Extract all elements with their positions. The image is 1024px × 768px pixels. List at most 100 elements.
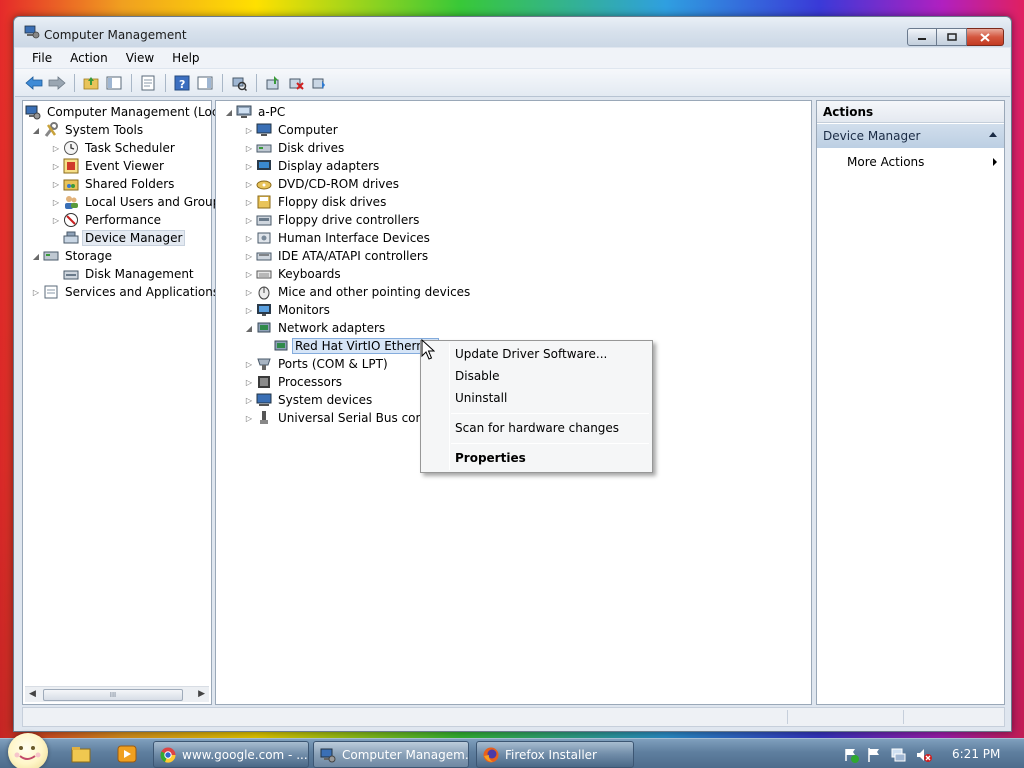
menu-item-uninstall[interactable]: Uninstall — [455, 388, 507, 408]
menu-item-update-driver[interactable]: Update Driver Software... — [455, 344, 607, 364]
expand-arrow-icon[interactable]: ▷ — [244, 193, 254, 211]
scrollbar-thumb[interactable]: III — [43, 689, 183, 701]
task-chrome[interactable]: www.google.com - ... — [153, 741, 309, 768]
device-category-processors[interactable]: ▷ Processors — [244, 373, 345, 391]
collapse-arrow-icon[interactable]: ◢ — [244, 319, 254, 337]
pinned-media-player[interactable] — [114, 743, 140, 765]
scan-hardware-button[interactable] — [228, 72, 250, 94]
start-button[interactable] — [8, 733, 48, 768]
tree-item-system-tools[interactable]: ◢ System Tools — [31, 121, 146, 139]
collapse-arrow-icon[interactable]: ◢ — [224, 103, 234, 121]
expand-arrow-icon[interactable]: ▷ — [51, 157, 61, 175]
expand-arrow-icon[interactable]: ▷ — [31, 283, 41, 301]
device-category-dvd-cd-rom-drives[interactable]: ▷ DVD/CD-ROM drives — [244, 175, 402, 193]
expand-arrow-icon[interactable]: ▷ — [244, 157, 254, 175]
expand-arrow-icon[interactable]: ▷ — [244, 121, 254, 139]
properties-toolbar-button[interactable] — [137, 72, 159, 94]
expand-arrow-icon[interactable]: ▷ — [244, 355, 254, 373]
clock-icon — [63, 140, 79, 156]
device-category-display-adapters[interactable]: ▷ Display adapters — [244, 157, 382, 175]
collapse-caret-icon[interactable] — [988, 131, 998, 138]
back-button[interactable] — [23, 72, 45, 94]
expand-arrow-icon[interactable]: ▷ — [244, 139, 254, 157]
device-category-floppy-disk-drives[interactable]: ▷ Floppy disk drives — [244, 193, 389, 211]
device-category-system-devices[interactable]: ▷ System devices — [244, 391, 375, 409]
enable-device-button[interactable] — [308, 72, 330, 94]
device-category-computer[interactable]: ▷ Computer — [244, 121, 341, 139]
device-category-monitors[interactable]: ▷ Monitors — [244, 301, 333, 319]
show-hide-tree-button[interactable] — [103, 72, 125, 94]
device-category-keyboards[interactable]: ▷ Keyboards — [244, 265, 344, 283]
device-root[interactable]: ◢ a-PC — [224, 103, 288, 121]
taskbar-clock[interactable]: 6:21 PM — [952, 747, 1000, 761]
maximize-button[interactable] — [937, 28, 967, 46]
update-driver-button[interactable] — [262, 72, 284, 94]
scroll-right-arrow-icon[interactable]: ▶ — [198, 689, 205, 699]
expand-arrow-icon[interactable]: ▷ — [244, 283, 254, 301]
menu-item-properties[interactable]: Properties — [455, 448, 526, 468]
action-center-tray-icon[interactable] — [843, 747, 859, 763]
tree-item-services-applications[interactable]: ▷ Services and Applications — [31, 283, 222, 301]
close-button[interactable] — [967, 28, 1004, 46]
help-toolbar-button[interactable]: ? — [171, 72, 193, 94]
actions-group-device-manager[interactable]: Device Manager — [817, 124, 1004, 148]
menu-view[interactable]: View — [117, 51, 163, 65]
expand-arrow-icon[interactable]: ▷ — [244, 373, 254, 391]
tree-item-local-users[interactable]: ▷ Local Users and Groups — [51, 193, 230, 211]
device-category-floppy-drive-controllers[interactable]: ▷ Floppy drive controllers — [244, 211, 422, 229]
menu-help[interactable]: Help — [163, 51, 208, 65]
expand-arrow-icon[interactable]: ▷ — [244, 265, 254, 283]
forward-button[interactable] — [46, 72, 68, 94]
menu-item-scan-hardware[interactable]: Scan for hardware changes — [455, 418, 619, 438]
tree-item-disk-management[interactable]: Disk Management — [51, 265, 197, 283]
task-firefox-installer[interactable]: Firefox Installer — [476, 741, 634, 768]
expand-arrow-icon[interactable]: ▷ — [244, 247, 254, 265]
show-action-pane-button[interactable] — [194, 72, 216, 94]
pinned-explorer[interactable] — [68, 743, 94, 765]
device-category-red-hat-virtio-ethernet[interactable]: Red Hat VirtIO Ethernet — [261, 337, 439, 355]
tree-item-storage[interactable]: ◢ Storage — [31, 247, 115, 265]
submenu-arrow-icon[interactable] — [992, 157, 998, 167]
uninstall-device-button[interactable] — [285, 72, 307, 94]
collapse-arrow-icon[interactable]: ◢ — [31, 247, 41, 265]
device-category-mice-pointing-devices[interactable]: ▷ Mice and other pointing devices — [244, 283, 473, 301]
device-category-human-interface-devices[interactable]: ▷ Human Interface Devices — [244, 229, 433, 247]
volume-muted-tray-icon[interactable] — [916, 747, 932, 763]
scroll-left-arrow-icon[interactable]: ◀ — [29, 689, 36, 699]
flag-tray-icon[interactable] — [866, 747, 882, 763]
expand-arrow-icon[interactable]: ▷ — [244, 301, 254, 319]
expand-arrow-icon[interactable]: ▷ — [244, 211, 254, 229]
network-tray-icon[interactable] — [891, 747, 907, 763]
expand-arrow-icon[interactable]: ▷ — [244, 229, 254, 247]
expand-arrow-icon[interactable]: ▷ — [51, 211, 61, 229]
expand-arrow-icon[interactable]: ▷ — [244, 409, 254, 427]
tree-item-device-manager[interactable]: Device Manager — [51, 229, 186, 247]
minimize-button[interactable] — [907, 28, 937, 46]
expand-arrow-icon[interactable]: ▷ — [51, 193, 61, 211]
folder-icon — [71, 747, 91, 763]
expand-arrow-icon[interactable]: ▷ — [244, 391, 254, 409]
tree-item-event-viewer[interactable]: ▷ Event Viewer — [51, 157, 167, 175]
expand-arrow-icon[interactable]: ▷ — [51, 175, 61, 193]
console-tree-pane: Computer Management (Local ◢ System Tool… — [22, 100, 229, 705]
device-category-network-adapters[interactable]: ◢ Network adapters — [244, 319, 388, 337]
device-category-ide-ata-atapi-controllers[interactable]: ▷ IDE ATA/ATAPI controllers — [244, 247, 431, 265]
menu-item-disable[interactable]: Disable — [455, 366, 500, 386]
task-computer-management[interactable]: Computer Managem... — [313, 741, 469, 768]
collapse-arrow-icon[interactable]: ◢ — [31, 121, 41, 139]
device-category-usb-controllers[interactable]: ▷ Universal Serial Bus control — [244, 409, 446, 427]
tree-item-performance[interactable]: ▷ Performance — [51, 211, 164, 229]
menu-action[interactable]: Action — [61, 51, 117, 65]
expand-arrow-icon[interactable]: ▷ — [244, 175, 254, 193]
expand-arrow-icon[interactable]: ▷ — [51, 139, 61, 157]
more-actions-link[interactable]: More Actions — [847, 155, 924, 169]
horizontal-scrollbar[interactable]: ◀ III ▶ — [25, 686, 209, 702]
tree-item-task-scheduler[interactable]: ▷ Task Scheduler — [51, 139, 178, 157]
device-category-ports-com-lpt[interactable]: ▷ Ports (COM & LPT) — [244, 355, 391, 373]
tree-item-shared-folders[interactable]: ▷ Shared Folders — [51, 175, 177, 193]
menu-file[interactable]: File — [23, 51, 61, 65]
tree-item-computer-management[interactable]: Computer Management (Local — [25, 103, 232, 121]
up-level-button[interactable] — [80, 72, 102, 94]
title-bar[interactable]: Computer Management — [14, 17, 1011, 47]
device-category-disk-drives[interactable]: ▷ Disk drives — [244, 139, 347, 157]
